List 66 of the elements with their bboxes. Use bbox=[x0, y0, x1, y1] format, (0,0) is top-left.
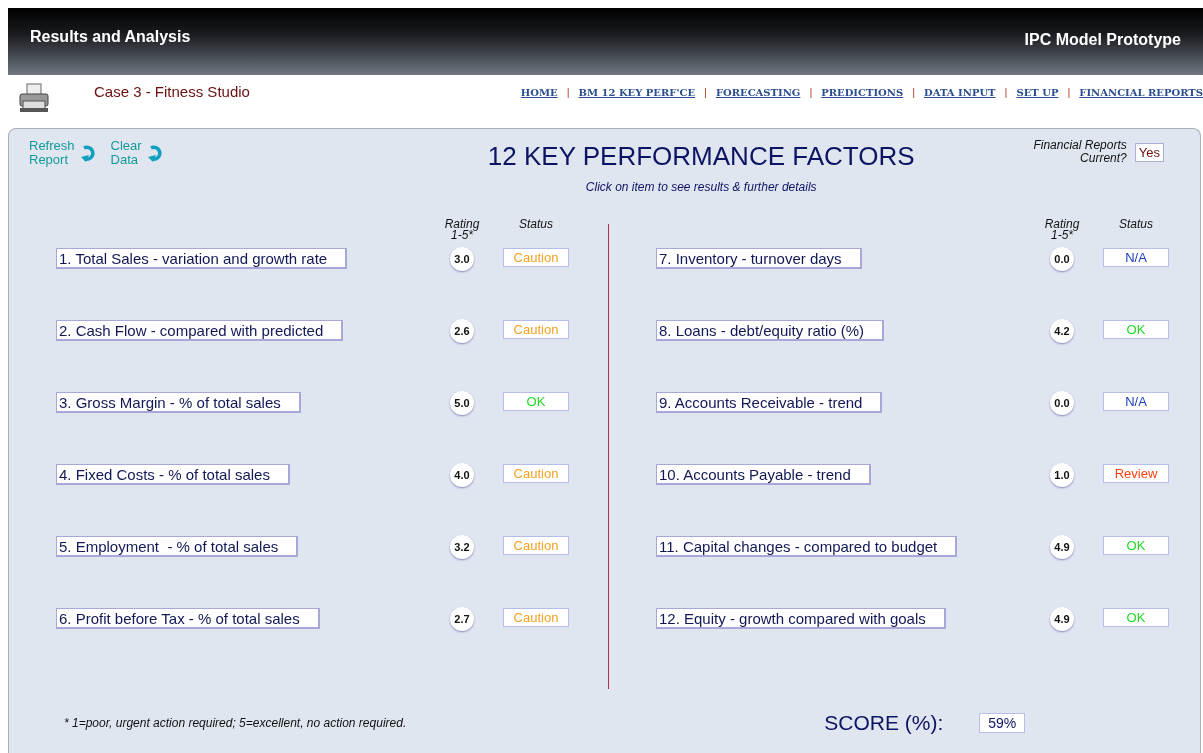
rating-value: 3.2 bbox=[450, 535, 474, 559]
nav-link[interactable]: HOME bbox=[520, 86, 558, 98]
status-value: OK bbox=[1103, 320, 1169, 339]
nav-link[interactable]: FORECASTING bbox=[715, 86, 801, 98]
rating-value: 2.6 bbox=[450, 319, 474, 343]
refresh-icon bbox=[80, 144, 97, 162]
footnote: * 1=poor, urgent action required; 5=excellent, no action required. bbox=[64, 716, 407, 730]
factor-button[interactable]: 10. Accounts Payable - trend bbox=[656, 464, 871, 485]
section-title: 12 KEY PERFORMANCE FACTORS bbox=[487, 141, 915, 172]
nav-link[interactable]: DATA INPUT bbox=[924, 86, 996, 98]
status-value: OK bbox=[1103, 536, 1169, 555]
nav-separator: | bbox=[566, 86, 570, 98]
status-value: OK bbox=[503, 392, 569, 411]
factor-button[interactable]: 7. Inventory - turnover days bbox=[656, 248, 862, 269]
factor-button[interactable]: 2. Cash Flow - compared with predicted bbox=[56, 320, 344, 341]
reports-current-value: Yes bbox=[1134, 143, 1164, 162]
status-value: Caution bbox=[503, 248, 569, 267]
nav-link[interactable]: BM 12 KEY PERF'CE bbox=[578, 86, 696, 98]
section-subtitle: Click on item to see results & further details bbox=[585, 180, 817, 194]
rating-value: 4.0 bbox=[450, 463, 474, 487]
status-value: Caution bbox=[503, 320, 569, 339]
score-value: 59% bbox=[979, 713, 1026, 733]
product-name: IPC Model Prototype bbox=[1024, 31, 1181, 49]
status-value: N/A bbox=[1103, 392, 1169, 411]
rating-header: Rating 1-5* bbox=[1043, 216, 1081, 244]
status-value: Caution bbox=[503, 536, 569, 555]
factor-button[interactable]: 8. Loans - debt/equity ratio (%) bbox=[656, 320, 885, 341]
rating-value: 0.0 bbox=[1050, 391, 1074, 415]
case-name: Case 3 - Fitness Studio bbox=[94, 83, 250, 100]
rating-value: 4.9 bbox=[1050, 607, 1074, 631]
rating-value: 3.0 bbox=[450, 247, 474, 271]
nav-separator: | bbox=[912, 86, 916, 98]
status-value: Caution bbox=[503, 464, 569, 483]
factor-button[interactable]: 11. Capital changes - compared to budget bbox=[656, 536, 958, 557]
rating-value: 4.9 bbox=[1050, 535, 1074, 559]
nav-separator: | bbox=[809, 86, 813, 98]
printer-icon[interactable] bbox=[18, 83, 50, 113]
rating-value: 2.7 bbox=[450, 607, 474, 631]
status-value: OK bbox=[1103, 608, 1169, 627]
status-value: Caution bbox=[503, 608, 569, 627]
status-value: N/A bbox=[1103, 248, 1169, 267]
factor-button[interactable]: 4. Fixed Costs - % of total sales bbox=[56, 464, 290, 485]
nav-separator: | bbox=[704, 86, 707, 98]
score-label: SCORE (%): bbox=[824, 711, 944, 735]
factor-button[interactable]: 6. Profit before Tax - % of total sales bbox=[56, 608, 320, 629]
nav-link[interactable]: PREDICTIONS bbox=[821, 86, 904, 98]
reports-current-label: Financial Reports Current? bbox=[1033, 139, 1127, 165]
rating-value: 1.0 bbox=[1050, 463, 1074, 487]
rating-value: 4.2 bbox=[1050, 319, 1074, 343]
rating-value: 5.0 bbox=[450, 391, 474, 415]
rating-header: Rating 1-5* bbox=[443, 216, 481, 244]
status-header: Status bbox=[518, 216, 554, 233]
nav-link[interactable]: SET UP bbox=[1016, 86, 1059, 98]
nav-link[interactable]: FINANCIAL REPORTS bbox=[1079, 86, 1203, 98]
factor-button[interactable]: 12. Equity - growth compared with goals bbox=[656, 608, 946, 629]
rating-value: 0.0 bbox=[1050, 247, 1074, 271]
page-title: Results and Analysis bbox=[30, 28, 191, 46]
factor-button[interactable]: 9. Accounts Receivable - trend bbox=[656, 392, 883, 413]
factor-button[interactable]: 1. Total Sales - variation and growth rate bbox=[56, 248, 348, 269]
refresh-icon bbox=[147, 144, 164, 162]
status-header: Status bbox=[1118, 216, 1154, 233]
status-value: Review bbox=[1103, 464, 1169, 483]
nav-separator: | bbox=[1004, 86, 1008, 98]
nav-separator: | bbox=[1067, 86, 1071, 98]
factor-button[interactable]: 3. Gross Margin - % of total sales bbox=[56, 392, 301, 413]
factor-button[interactable]: 5. Employment - % of total sales bbox=[56, 536, 299, 557]
